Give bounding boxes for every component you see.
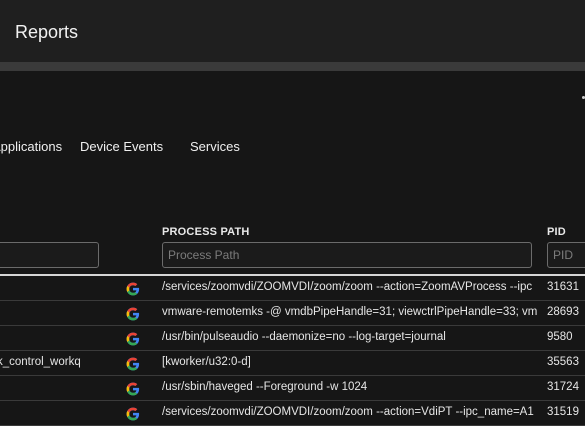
pid-column-header: PID — [547, 226, 566, 238]
pid-cell: 31724 — [547, 381, 579, 393]
google-g-icon — [126, 282, 140, 296]
page-title: Reports — [15, 22, 79, 42]
pid-cell: 28693 — [547, 306, 579, 318]
process-path-cell: vmware-remotemks -@ vmdbPipeHandle=31; v… — [162, 306, 538, 318]
table-row[interactable]: /usr/bin/pulseaudio --daemonize=no --log… — [0, 327, 585, 351]
process-path-cell: /usr/bin/pulseaudio --daemonize=no --log… — [162, 331, 446, 343]
table-row[interactable]: /services/zoomvdi/ZOOMVDI/zoom/zoom --ac… — [0, 402, 585, 426]
pid-cell: 35563 — [547, 356, 579, 368]
process-path-cell: [kworker/u32:0-d] — [162, 356, 251, 368]
table-row[interactable]: /services/zoomvdi/ZOOMVDI/zoom/zoom --ac… — [0, 277, 585, 301]
table-row[interactable]: /usr/sbin/haveged --Foreground -w 1024 31… — [0, 377, 585, 401]
pid-cell: 9580 — [547, 331, 573, 343]
table-row[interactable]: k_control_workq [kworker/u32:0-d] 35563 — [0, 352, 585, 376]
google-g-icon — [126, 332, 140, 346]
process-path-cell: /usr/sbin/haveged --Foreground -w 1024 — [162, 381, 368, 393]
process-name-cell: k_control_workq — [0, 356, 81, 368]
header-divider — [0, 62, 585, 71]
pid-cell: 31631 — [547, 281, 579, 293]
tab-device-events[interactable]: Device Events — [80, 139, 163, 154]
process-path-cell: /services/zoomvdi/ZOOMVDI/zoom/zoom --ac… — [162, 281, 533, 293]
pid-filter-input[interactable] — [547, 242, 585, 268]
app-header: Reports — [0, 0, 585, 62]
process-path-filter-input[interactable] — [162, 242, 532, 268]
tab-applications[interactable]: Applications — [0, 139, 62, 154]
process-path-column-header: PROCESS PATH — [162, 226, 250, 238]
pid-cell: 31519 — [547, 406, 579, 418]
table-header-divider — [0, 274, 585, 276]
google-g-icon — [126, 307, 140, 321]
google-g-icon — [126, 382, 140, 396]
tab-services[interactable]: Services — [190, 139, 240, 154]
name-filter-input[interactable] — [0, 242, 99, 268]
process-path-cell: /services/zoomvdi/ZOOMVDI/zoom/zoom --ac… — [162, 406, 534, 418]
google-g-icon — [126, 407, 140, 421]
google-g-icon — [126, 357, 140, 371]
table-row[interactable]: vmware-remotemks -@ vmdbPipeHandle=31; v… — [0, 302, 585, 326]
